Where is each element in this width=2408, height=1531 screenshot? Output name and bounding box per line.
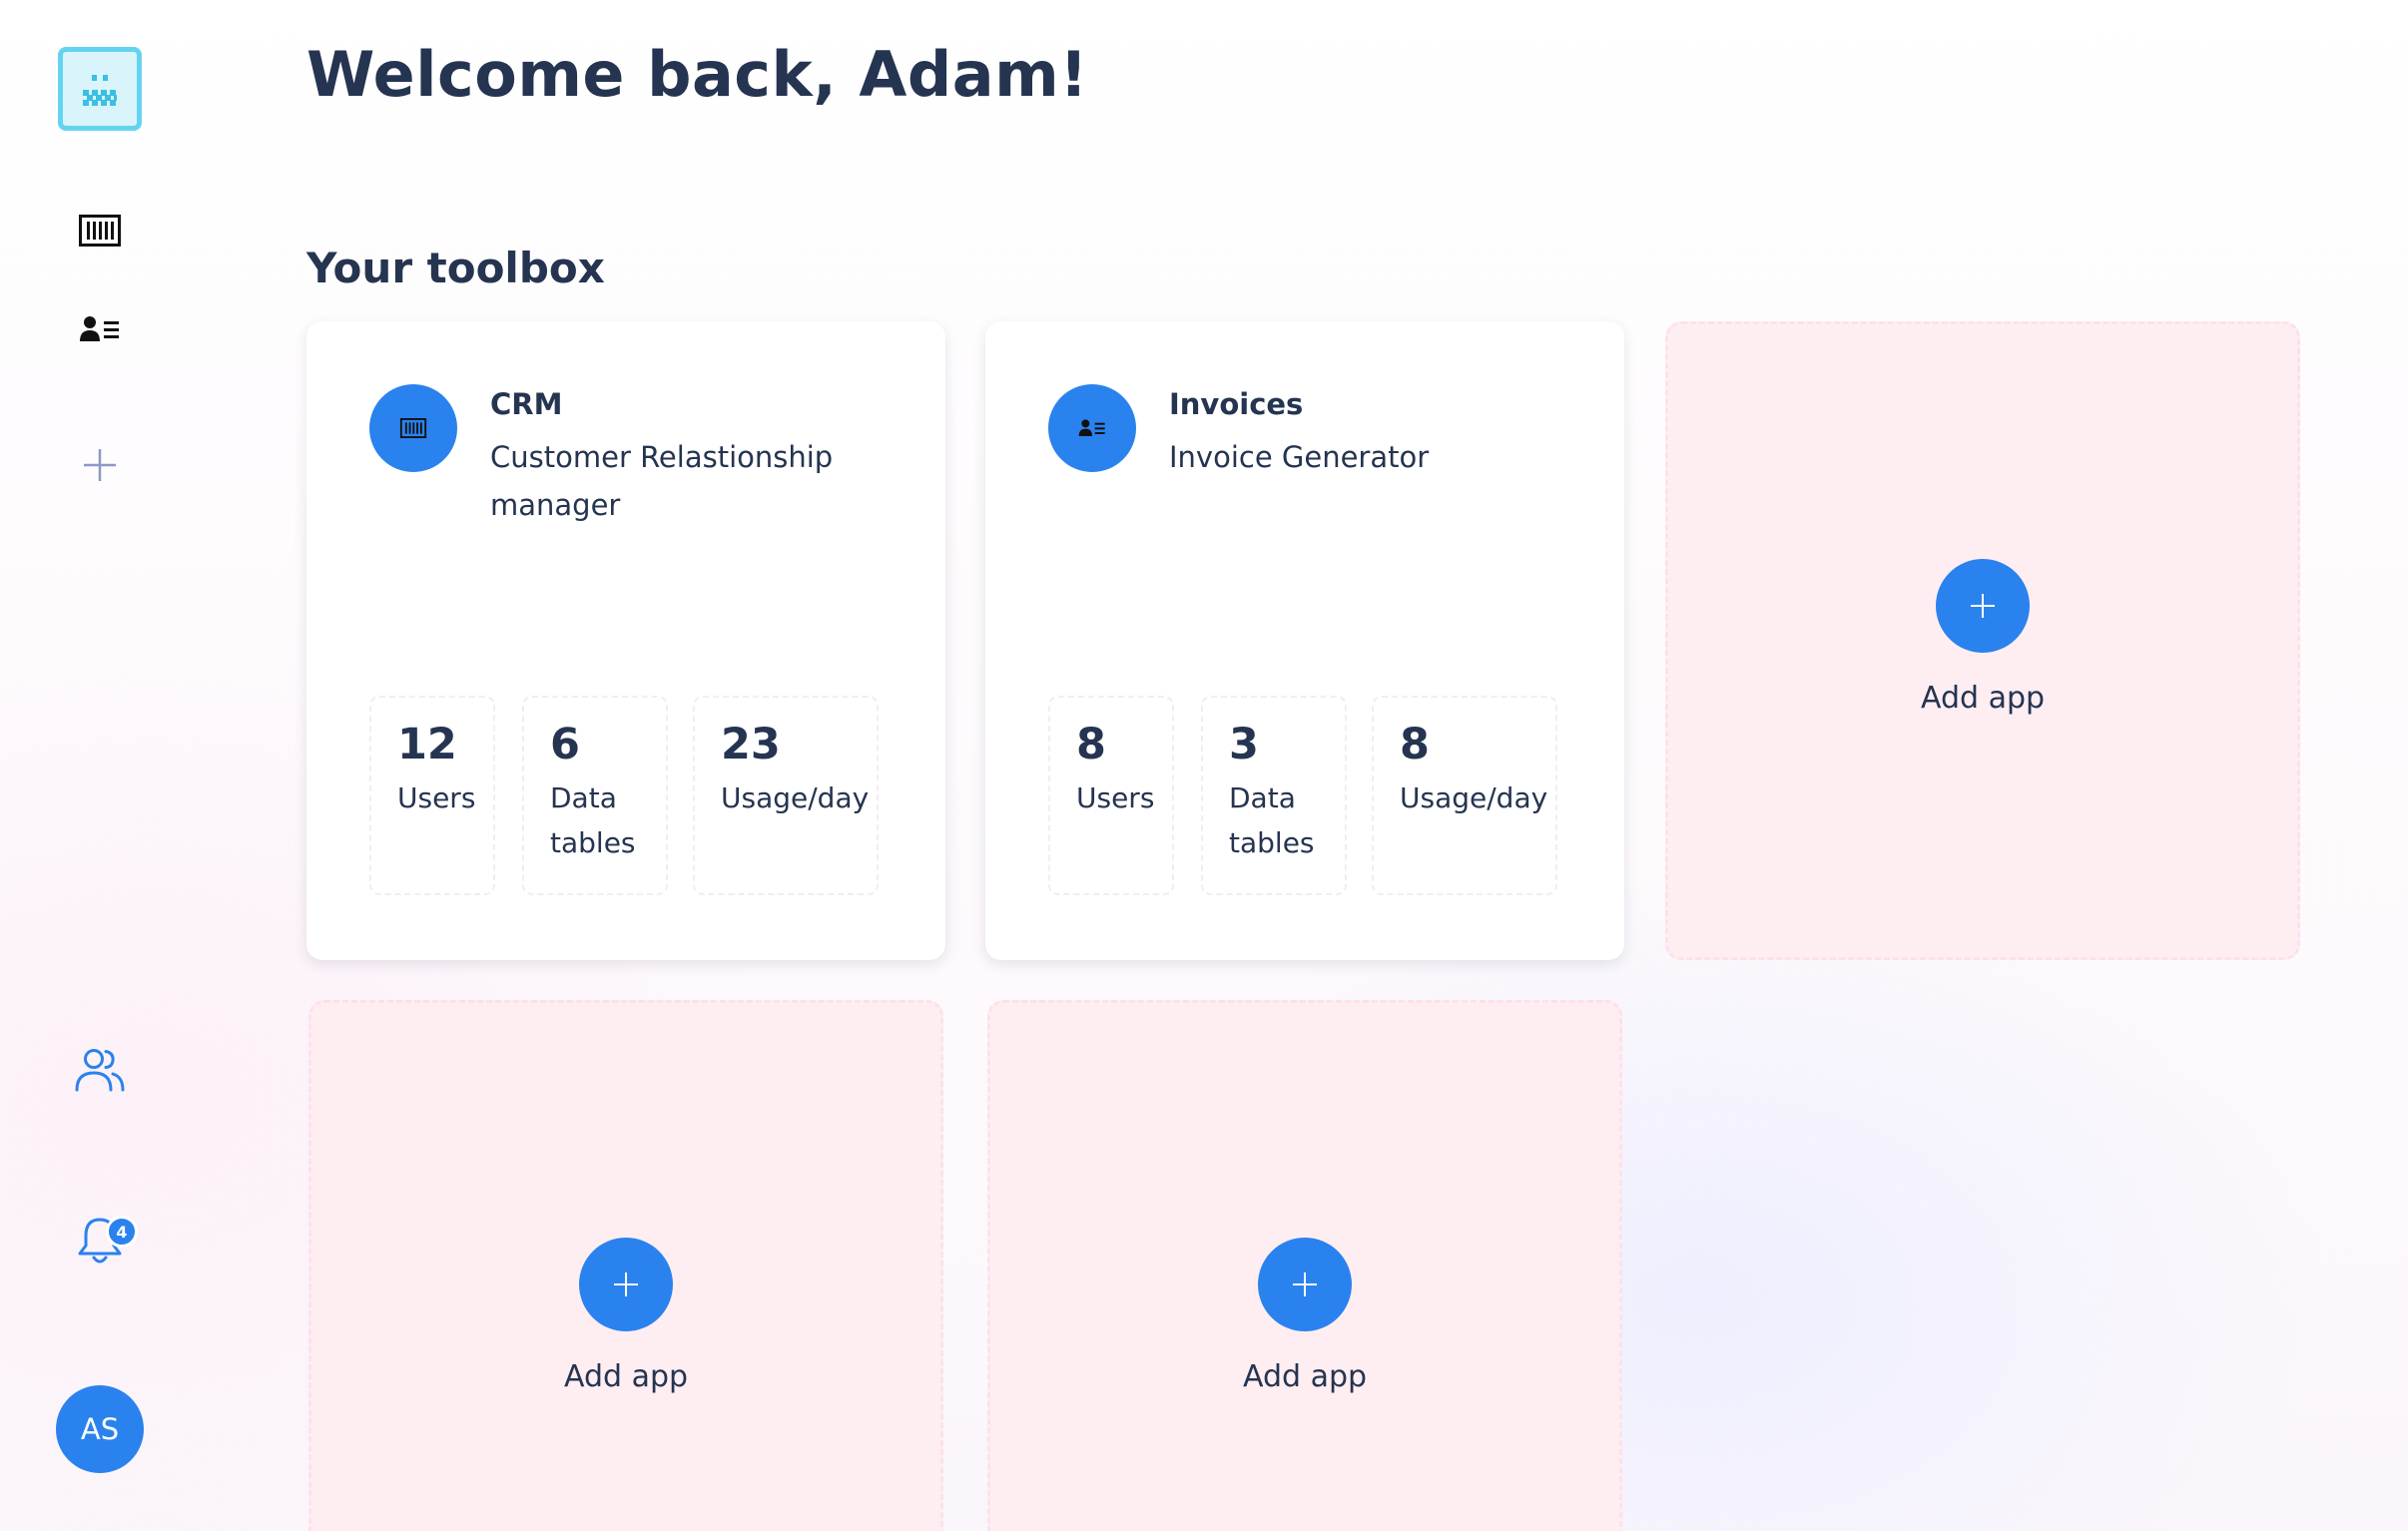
stat-label: Data tables: [550, 781, 636, 859]
stat-data-tables: 3 Data tables: [1201, 696, 1347, 895]
stat-label: Users: [1076, 781, 1155, 814]
table-icon: [399, 418, 427, 438]
add-app-label: Add app: [1920, 681, 2046, 716]
add-app-card[interactable]: Add app: [1665, 321, 2300, 960]
user-avatar[interactable]: AS: [56, 1385, 144, 1473]
add-app-label: Add app: [563, 1359, 689, 1394]
stat-value: 23: [721, 720, 781, 769]
app-description: Invoice Generator: [1169, 440, 1430, 474]
plus-icon: [614, 1273, 638, 1296]
plus-icon: [84, 449, 116, 481]
app-logo[interactable]: [58, 47, 142, 131]
plus-icon: [1293, 1273, 1317, 1296]
add-app-card[interactable]: Add app: [987, 1000, 1622, 1531]
sidebar-item-crm[interactable]: [70, 205, 130, 256]
contact-list-icon: [80, 316, 119, 341]
app-card-crm[interactable]: CRM Customer Relastionship manager 12 Us…: [306, 321, 945, 960]
table-icon: [79, 215, 121, 247]
plus-icon: [1971, 594, 1995, 618]
stat-usage-per-day: 8 Usage/day: [1372, 696, 1557, 895]
robot-face-icon: [83, 75, 117, 106]
app-card-invoices[interactable]: Invoices Invoice Generator 8 Users 3 Dat…: [985, 321, 1624, 960]
stat-value: 3: [1229, 720, 1259, 769]
stat-label: Usage/day: [721, 781, 870, 814]
sidebar-item-team[interactable]: [66, 1038, 134, 1104]
add-app-label: Add app: [1242, 1359, 1368, 1394]
stat-label: Usage/day: [1400, 781, 1548, 814]
notifications-button[interactable]: 4: [66, 1206, 138, 1276]
users-icon: [75, 1049, 125, 1092]
app-icon-circle: [369, 384, 457, 472]
stat-value: 8: [1400, 720, 1430, 769]
app-description: Customer Relastionship manager: [490, 440, 834, 522]
app-name: CRM: [490, 387, 563, 421]
add-app-button[interactable]: [1936, 559, 2030, 653]
stat-value: 12: [397, 720, 457, 769]
stat-value: 6: [550, 720, 580, 769]
toolbox-title: Your toolbox: [306, 244, 605, 292]
stat-label: Users: [397, 781, 476, 814]
stat-value: 8: [1076, 720, 1106, 769]
stat-usage-per-day: 23 Usage/day: [693, 696, 879, 895]
add-app-card[interactable]: Add app: [308, 1000, 943, 1531]
stat-users: 12 Users: [369, 696, 495, 895]
contact-list-icon: [1078, 419, 1105, 436]
stat-users: 8 Users: [1048, 696, 1174, 895]
add-app-button[interactable]: [579, 1238, 673, 1331]
stat-data-tables: 6 Data tables: [522, 696, 668, 895]
notification-count-badge: 4: [106, 1216, 138, 1248]
sidebar-add-app-button[interactable]: [70, 439, 130, 491]
app-name: Invoices: [1169, 387, 1304, 421]
sidebar: 4 AS: [0, 0, 200, 1531]
stat-label: Data tables: [1229, 781, 1315, 859]
page-title: Welcome back, Adam!: [306, 38, 1088, 111]
sidebar-item-invoices[interactable]: [70, 303, 130, 355]
app-icon-circle: [1048, 384, 1136, 472]
add-app-button[interactable]: [1258, 1238, 1352, 1331]
